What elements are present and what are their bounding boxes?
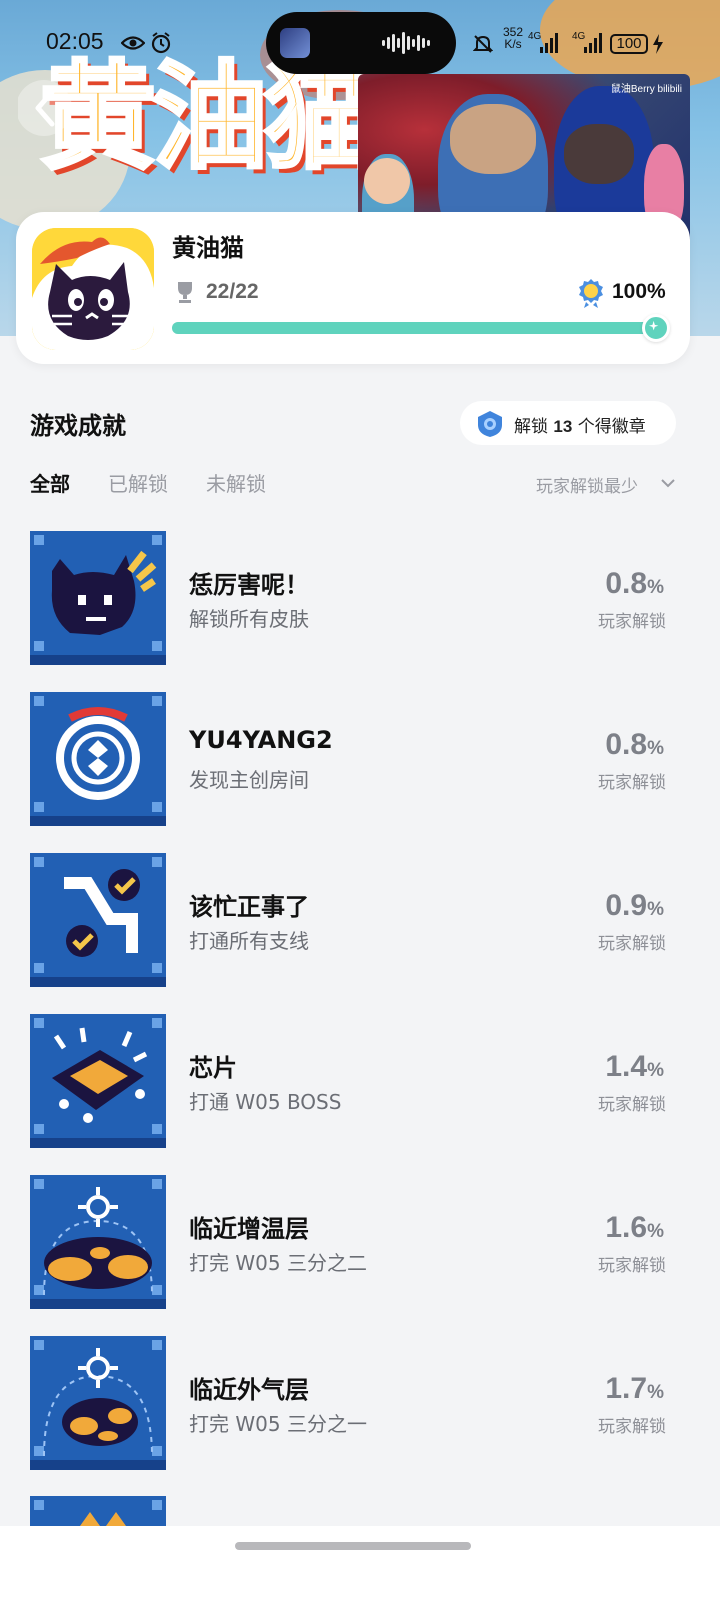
unlock-percentage-label: 玩家解锁 — [598, 1095, 666, 1115]
achievement-title: 芯片 — [189, 1054, 237, 1082]
achievement-title: YU4YANG2 — [189, 726, 333, 754]
achievement-title: 该忙正事了 — [189, 893, 309, 921]
bell-mute-icon — [473, 35, 493, 53]
unlock-percentage: 1.6% — [605, 1211, 664, 1244]
unlock-percentage: 0.8% — [605, 567, 664, 600]
back-button[interactable] — [18, 76, 76, 140]
achievement-title: 临近增温层 — [189, 1215, 309, 1243]
trophy-count: 22/22 — [206, 280, 259, 303]
planet-icon — [30, 1175, 166, 1309]
network-speed: 352 K/s — [503, 25, 524, 51]
achievement-description: 打通所有支线 — [189, 929, 309, 953]
list-item[interactable]: YU4YANG2 发现主创房间 0.8% 玩家解锁 — [0, 692, 720, 832]
chip-icon — [30, 1014, 166, 1148]
home-indicator[interactable] — [235, 1542, 471, 1550]
cell-signal-icon: 4G — [572, 31, 602, 55]
achievement-title: 恁厉害呢！ — [189, 571, 309, 599]
video-character — [364, 158, 410, 204]
alarm-icon — [151, 32, 171, 54]
achievement-description: 解锁所有皮肤 — [189, 607, 309, 631]
eye-icon — [121, 36, 145, 50]
video-watermark: 鼠油Berry bilibili — [610, 84, 682, 95]
dpad-icon — [30, 692, 166, 826]
achievement-icon-partial — [30, 1496, 166, 1526]
unlock-percentage-label: 玩家解锁 — [598, 934, 666, 954]
achievement-description: 打通 W05 BOSS — [189, 1090, 342, 1114]
video-character — [450, 104, 536, 174]
medal-icon — [579, 279, 603, 308]
unlock-percentage: 0.9% — [605, 889, 664, 922]
chevron-down-icon[interactable] — [660, 477, 676, 489]
unlock-percentage-label: 玩家解锁 — [598, 773, 666, 793]
game-app-icon — [32, 228, 154, 350]
sort-dropdown[interactable]: 玩家解锁最少 — [536, 472, 638, 497]
battery-indicator: 100 — [610, 34, 648, 54]
video-character — [564, 124, 634, 184]
status-bar: 02:05 352 K/s 4G 4G 100 — [0, 12, 720, 74]
achievement-title: 临近外气层 — [189, 1376, 309, 1404]
tab-locked[interactable]: 未解锁 — [206, 468, 266, 497]
game-summary-card: 黄油猫 22/22 100% — [16, 212, 690, 364]
cell-signal-icon: 4G — [528, 31, 558, 55]
unlock-percentage-label: 玩家解锁 — [598, 612, 666, 632]
unlock-percentage: 1.4% — [605, 1050, 664, 1083]
waveform-icon — [382, 32, 430, 54]
list-item[interactable]: 该忙正事了 打通所有支线 0.9% 玩家解锁 — [0, 853, 720, 993]
completion-progress-bar — [172, 314, 670, 342]
navigation-bar — [0, 1526, 720, 1598]
shield-badge-icon — [478, 411, 502, 437]
unlock-percentage-label: 玩家解锁 — [598, 1417, 666, 1437]
planet-small-icon — [30, 1336, 166, 1470]
cat-icon — [30, 531, 166, 665]
achievement-description: 打完 W05 三分之二 — [189, 1251, 367, 1275]
list-item[interactable]: 临近外气层 打完 W05 三分之一 1.7% 玩家解锁 — [0, 1336, 720, 1476]
list-item[interactable]: 芯片 打通 W05 BOSS 1.4% 玩家解锁 — [0, 1014, 720, 1154]
unlock-percentage: 1.7% — [605, 1372, 664, 1405]
list-item[interactable]: 临近增温层 打完 W05 三分之二 1.6% 玩家解锁 — [0, 1175, 720, 1315]
section-title: 游戏成就 — [30, 412, 126, 440]
badge-summary-pill[interactable]: 解锁 13 个得徽章 — [460, 401, 676, 445]
checklist-icon — [30, 853, 166, 987]
dynamic-island[interactable] — [266, 12, 456, 74]
badge-summary-text: 解锁 13 个得徽章 — [514, 417, 646, 437]
charging-icon — [653, 34, 663, 54]
completion-progress-fill — [172, 314, 670, 342]
sparkle-icon — [642, 314, 670, 342]
status-time: 02:05 — [46, 28, 104, 54]
banner-logo-art: 黄油猫 — [38, 50, 382, 185]
tab-unlocked[interactable]: 已解锁 — [108, 468, 168, 497]
game-title: 黄油猫 — [172, 234, 244, 262]
unlock-percentage-label: 玩家解锁 — [598, 1256, 666, 1276]
list-item[interactable] — [0, 1496, 720, 1526]
achievement-description: 发现主创房间 — [189, 768, 309, 792]
media-thumbnail — [280, 28, 310, 58]
trophy-icon — [178, 282, 192, 303]
tab-all[interactable]: 全部 — [30, 468, 70, 497]
list-item[interactable]: 恁厉害呢！ 解锁所有皮肤 0.8% 玩家解锁 — [0, 531, 720, 671]
completion-percentage: 100% — [612, 280, 666, 303]
unlock-percentage: 0.8% — [605, 728, 664, 761]
achievement-description: 打完 W05 三分之一 — [189, 1412, 367, 1436]
